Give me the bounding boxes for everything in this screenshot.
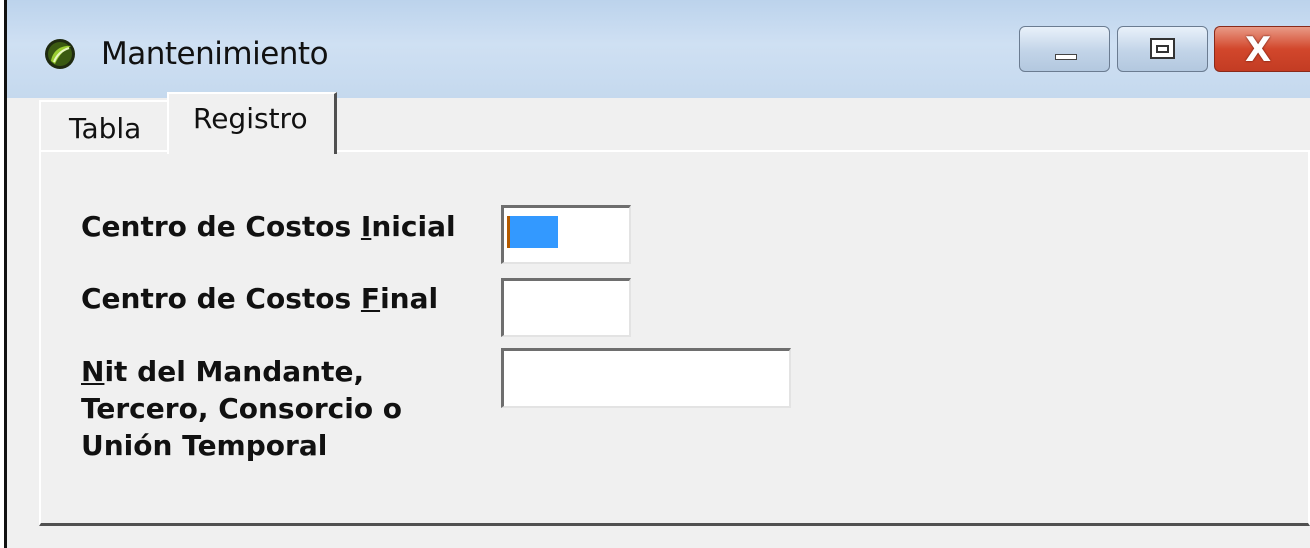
maintenance-window: Mantenimiento X Tabla Registro Centro de… [4, 0, 1310, 548]
centro-costos-final-input[interactable] [501, 278, 631, 337]
title-bar[interactable]: Mantenimiento X [7, 0, 1310, 98]
nit-mandante-label: Nit del Mandante, Tercero, Consorcio o U… [81, 355, 403, 462]
centro-costos-inicial-label: Centro de Costos Inicial [81, 210, 456, 243]
centro-costos-final-label: Centro de Costos Final [81, 282, 439, 315]
tab-tabla[interactable]: Tabla [39, 100, 169, 150]
text-selection [507, 216, 558, 248]
centro-costos-inicial-input[interactable] [501, 205, 631, 264]
maximize-button[interactable] [1117, 26, 1208, 72]
nit-mandante-input[interactable] [501, 348, 791, 408]
close-button[interactable]: X [1214, 26, 1310, 72]
maximize-icon [1150, 38, 1175, 59]
minimize-icon [1055, 54, 1077, 60]
tab-registro[interactable]: Registro [167, 92, 337, 154]
close-icon: X [1245, 30, 1272, 70]
registro-panel [39, 150, 1310, 526]
app-logo-icon [45, 39, 75, 69]
minimize-button[interactable] [1019, 26, 1110, 72]
window-title: Mantenimiento [101, 36, 329, 72]
